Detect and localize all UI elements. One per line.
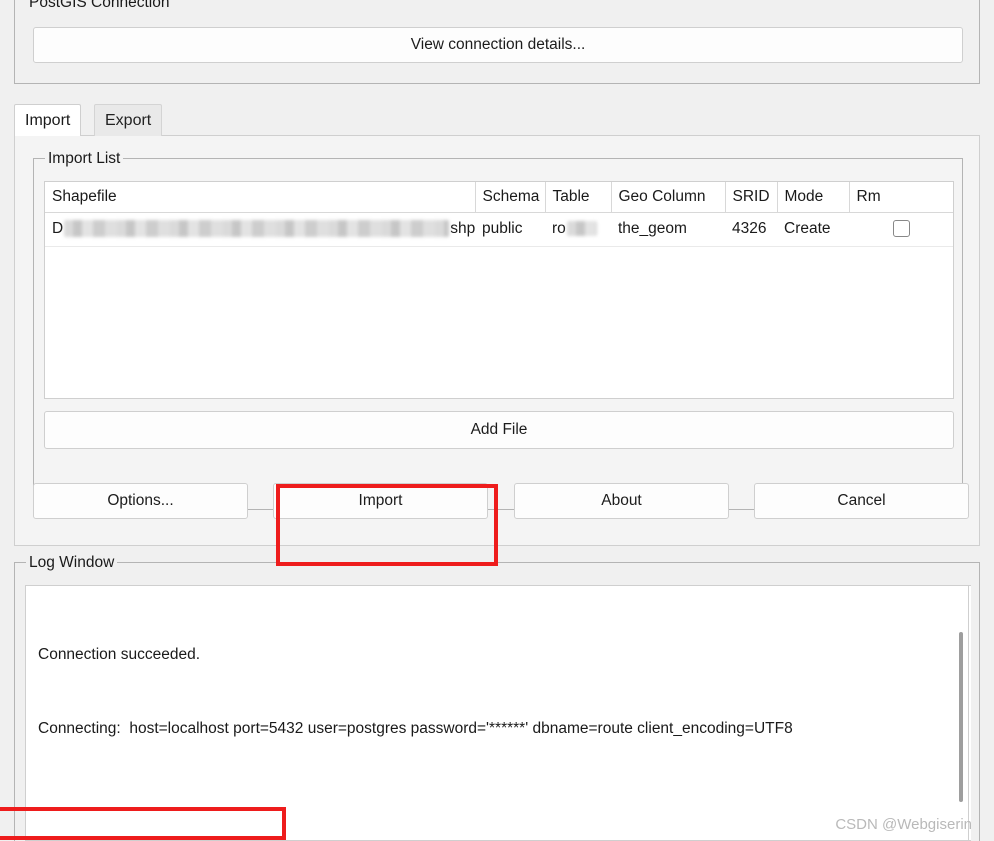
postgis-connection-group-title: PostGIS Connection	[26, 0, 173, 12]
postgis-connection-group: PostGIS Connection View connection detai…	[14, 0, 980, 84]
shapefile-path-prefix: D	[52, 220, 64, 237]
log-line: Connecting: host=localhost port=5432 use…	[38, 719, 793, 737]
table-name-redaction	[566, 221, 597, 237]
import-button[interactable]: Import	[273, 483, 488, 519]
dialog-button-row: Options... Import About Cancel	[33, 483, 969, 521]
log-line-blank	[38, 790, 957, 815]
rm-checkbox[interactable]	[892, 220, 910, 238]
log-window-group: Log Window Connection succeeded. Connect…	[14, 553, 980, 841]
view-connection-details-button[interactable]: View connection details...	[33, 27, 963, 63]
cell-table[interactable]: ro	[545, 212, 611, 247]
column-header-rm[interactable]: Rm	[849, 182, 953, 213]
import-tab-page: Import List Shapefile Schema Table Geo C…	[14, 135, 980, 546]
table-name-prefix: ro	[552, 220, 566, 237]
log-scrollbar-thumb[interactable]	[959, 632, 963, 802]
import-list-table-container[interactable]: Shapefile Schema Table Geo Column SRID M…	[44, 181, 954, 399]
shapefile-path-suffix: shp	[450, 220, 475, 237]
cancel-button[interactable]: Cancel	[754, 483, 969, 519]
tab-export[interactable]: Export	[94, 104, 163, 136]
cell-mode[interactable]: Create	[777, 212, 849, 247]
cell-srid[interactable]: 4326	[725, 212, 777, 247]
log-scrollbar[interactable]	[954, 585, 969, 841]
about-button[interactable]: About	[514, 483, 729, 519]
options-button[interactable]: Options...	[33, 483, 248, 519]
tab-import[interactable]: Import	[14, 104, 82, 136]
column-header-srid[interactable]: SRID	[725, 182, 778, 213]
watermark: CSDN @Webgiserin	[835, 816, 972, 833]
cell-shapefile-path[interactable]: D shp	[45, 212, 475, 247]
import-list-group: Import List Shapefile Schema Table Geo C…	[33, 149, 963, 510]
tab-bar: Import Export	[14, 104, 980, 136]
column-header-table[interactable]: Table	[545, 182, 612, 213]
table-row[interactable]: D shp public ro the_geom 4326 Create	[45, 212, 953, 247]
postgis-shapefile-import-export-manager: PostGIS Connection View connection detai…	[0, 0, 994, 841]
cell-schema[interactable]: public	[475, 212, 545, 247]
import-list-group-title: Import List	[45, 149, 124, 168]
cell-geo-column[interactable]: the_geom	[611, 212, 725, 247]
log-output-text[interactable]: Connection succeeded. Connecting: host=l…	[25, 585, 971, 841]
column-header-mode[interactable]: Mode	[777, 182, 850, 213]
log-window-group-title: Log Window	[26, 553, 118, 572]
import-list-table: Shapefile Schema Table Geo Column SRID M…	[45, 182, 953, 247]
column-header-geo-column[interactable]: Geo Column	[611, 182, 726, 213]
table-header-row: Shapefile Schema Table Geo Column SRID M…	[45, 182, 953, 213]
cell-rm	[849, 212, 953, 247]
shapefile-path-redaction	[64, 220, 450, 238]
column-header-shapefile[interactable]: Shapefile	[45, 182, 476, 213]
column-header-schema[interactable]: Schema	[475, 182, 546, 213]
log-line: Connection succeeded.	[38, 646, 201, 663]
add-file-button[interactable]: Add File	[44, 411, 954, 449]
